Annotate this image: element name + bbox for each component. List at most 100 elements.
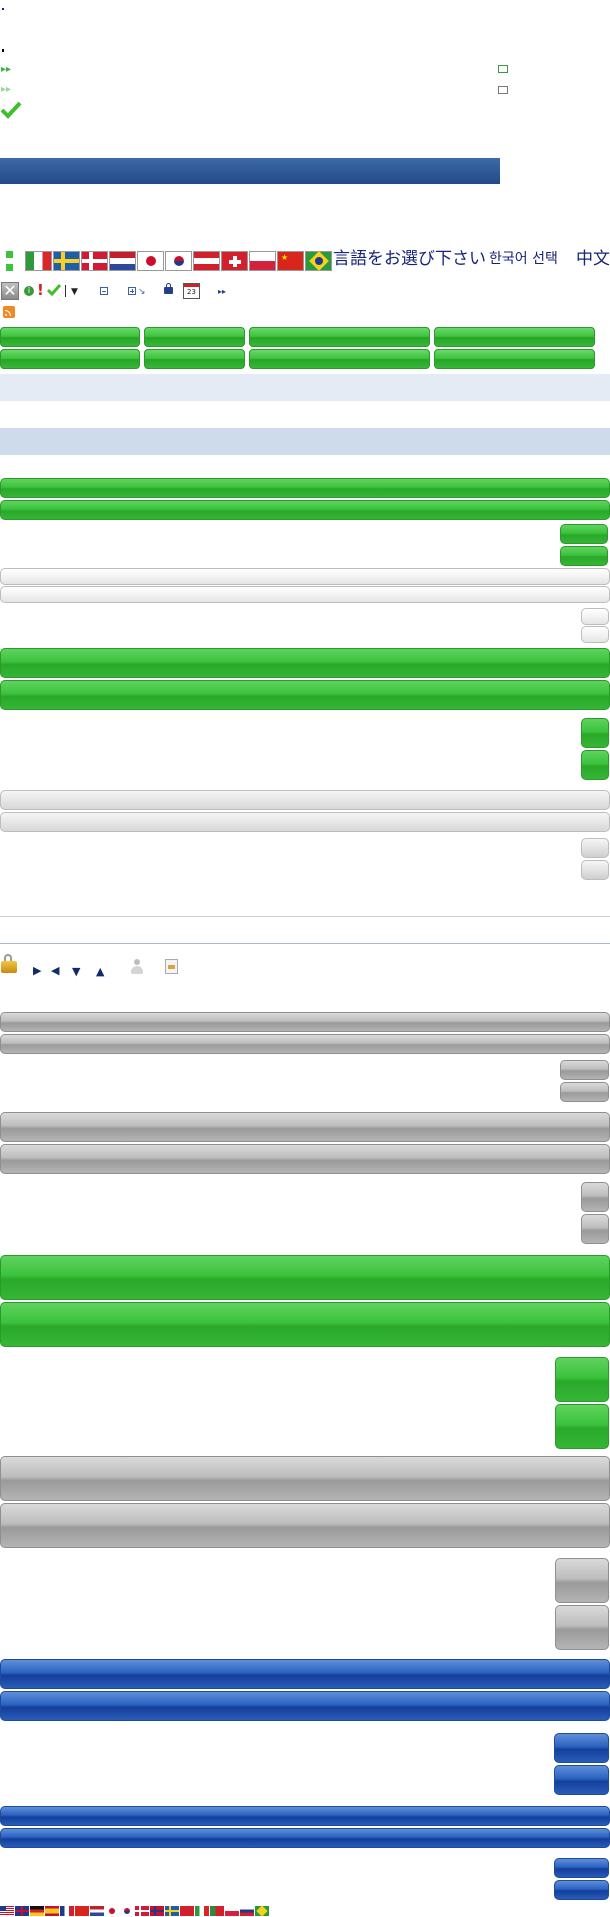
- green-button[interactable]: [581, 750, 609, 780]
- arrow-down-icon[interactable]: ▼: [72, 966, 80, 978]
- blue-bar[interactable]: [0, 1828, 610, 1848]
- flag-portugal-icon[interactable]: [210, 1906, 224, 1916]
- close-icon[interactable]: ✕: [1, 282, 19, 300]
- flag-sweden-icon[interactable]: [53, 251, 80, 271]
- arrow-right-double-icon[interactable]: ▸▸: [1, 84, 11, 96]
- language-prompt-korean[interactable]: 한국어 선택: [489, 249, 558, 269]
- flag-korea-icon[interactable]: [165, 251, 192, 271]
- plus-box-icon[interactable]: [128, 287, 136, 295]
- checkmark-icon[interactable]: [47, 284, 61, 296]
- blue-bar[interactable]: [0, 1659, 610, 1689]
- dropdown-arrow-icon[interactable]: ▼: [71, 286, 78, 298]
- green-bar[interactable]: [0, 500, 610, 520]
- green-button[interactable]: [581, 718, 609, 748]
- flag-japan-icon[interactable]: [137, 251, 164, 271]
- arrow-right-icon[interactable]: ▶: [33, 965, 41, 977]
- arrow-down-right-icon[interactable]: ↘: [138, 287, 146, 297]
- blue-button[interactable]: [554, 1765, 609, 1795]
- gray-button[interactable]: [555, 1558, 609, 1603]
- arrow-up-icon[interactable]: ▲: [96, 966, 104, 978]
- flag-china-icon[interactable]: [75, 1906, 89, 1916]
- user-icon[interactable]: [131, 959, 143, 975]
- tab-button[interactable]: [144, 349, 245, 369]
- gray-button[interactable]: [555, 1605, 609, 1650]
- flag-spain-icon[interactable]: [45, 1906, 59, 1916]
- tab-button[interactable]: [0, 327, 140, 347]
- flag-switzerland-icon[interactable]: [221, 251, 248, 271]
- green-button[interactable]: [560, 524, 608, 544]
- gray-button[interactable]: [581, 1182, 609, 1212]
- flag-usa-icon[interactable]: [0, 1906, 14, 1916]
- gray-bar[interactable]: [0, 1503, 610, 1548]
- gray-bar[interactable]: [0, 1456, 610, 1501]
- gray-bar[interactable]: [0, 812, 610, 832]
- arrow-right-double-icon[interactable]: ▸▸: [218, 287, 226, 297]
- flag-italy-icon[interactable]: [25, 251, 52, 271]
- flag-netherlands-icon[interactable]: [109, 251, 136, 271]
- plus-icon[interactable]: [6, 251, 13, 258]
- flag-denmark-icon[interactable]: [81, 251, 108, 271]
- lock-icon[interactable]: [164, 283, 173, 294]
- plus-icon[interactable]: [6, 264, 13, 271]
- arrow-right-double-icon[interactable]: ▸▸: [1, 64, 11, 76]
- arrow-left-icon[interactable]: ◀: [51, 965, 59, 977]
- flag-italy-icon[interactable]: [195, 1906, 209, 1916]
- gray-bar[interactable]: [0, 1034, 610, 1054]
- flag-china-icon[interactable]: ★: [277, 251, 304, 271]
- language-prompt-chinese[interactable]: 中文: [576, 249, 610, 269]
- gray-bar[interactable]: [0, 1012, 610, 1032]
- flag-russia-icon[interactable]: [240, 1906, 254, 1916]
- calendar-icon[interactable]: 23: [183, 283, 200, 299]
- tab-button[interactable]: [249, 327, 430, 347]
- gray-button[interactable]: [581, 860, 609, 880]
- envelope-icon[interactable]: [498, 86, 508, 94]
- gray-button[interactable]: [560, 1082, 609, 1102]
- green-button[interactable]: [560, 546, 608, 566]
- flag-turkey-icon[interactable]: [180, 1906, 194, 1916]
- tab-button[interactable]: [434, 349, 595, 369]
- exclamation-icon[interactable]: !: [37, 282, 44, 298]
- green-bar[interactable]: [0, 680, 610, 710]
- rss-icon[interactable]: [3, 306, 15, 318]
- green-button[interactable]: [555, 1404, 609, 1449]
- info-icon[interactable]: i: [24, 286, 34, 296]
- tab-button[interactable]: [434, 327, 595, 347]
- green-bar[interactable]: [0, 1302, 610, 1347]
- flag-denmark-icon[interactable]: [135, 1906, 149, 1916]
- green-button[interactable]: [555, 1357, 609, 1402]
- flag-germany-icon[interactable]: [30, 1906, 44, 1916]
- blue-bar[interactable]: [0, 1806, 610, 1826]
- tab-button[interactable]: [249, 349, 430, 369]
- padlock-icon[interactable]: [1, 954, 17, 973]
- flag-japan-icon[interactable]: [105, 1906, 119, 1916]
- flag-korea-icon[interactable]: [120, 1906, 134, 1916]
- gray-bar[interactable]: [0, 1144, 610, 1174]
- white-bar[interactable]: [0, 586, 610, 603]
- blue-button[interactable]: [554, 1858, 609, 1878]
- gray-bar[interactable]: [0, 790, 610, 810]
- envelope-icon[interactable]: [498, 65, 508, 73]
- blue-button[interactable]: [554, 1880, 609, 1900]
- flag-sweden-icon[interactable]: [165, 1906, 179, 1916]
- green-bar[interactable]: [0, 478, 610, 498]
- white-button[interactable]: [581, 626, 609, 643]
- flag-austria-icon[interactable]: [193, 251, 220, 271]
- gray-button[interactable]: [581, 838, 609, 858]
- blue-button[interactable]: [554, 1733, 609, 1763]
- gray-button[interactable]: [581, 1214, 609, 1244]
- white-bar[interactable]: [0, 568, 610, 585]
- green-bar[interactable]: [0, 648, 610, 678]
- document-icon[interactable]: [165, 959, 178, 974]
- tab-button[interactable]: [0, 349, 140, 369]
- gray-button[interactable]: [560, 1060, 609, 1080]
- flag-brazil-icon[interactable]: [305, 251, 332, 271]
- tab-button[interactable]: [144, 327, 245, 347]
- gray-bar[interactable]: [0, 1112, 610, 1142]
- flag-brazil-icon[interactable]: [255, 1905, 269, 1917]
- blue-bar[interactable]: [0, 1691, 610, 1721]
- minus-box-icon[interactable]: [100, 287, 108, 295]
- flag-norway-icon[interactable]: [150, 1906, 164, 1916]
- white-button[interactable]: [581, 608, 609, 625]
- flag-poland-icon[interactable]: [249, 251, 276, 271]
- flag-uk-icon[interactable]: [15, 1906, 29, 1916]
